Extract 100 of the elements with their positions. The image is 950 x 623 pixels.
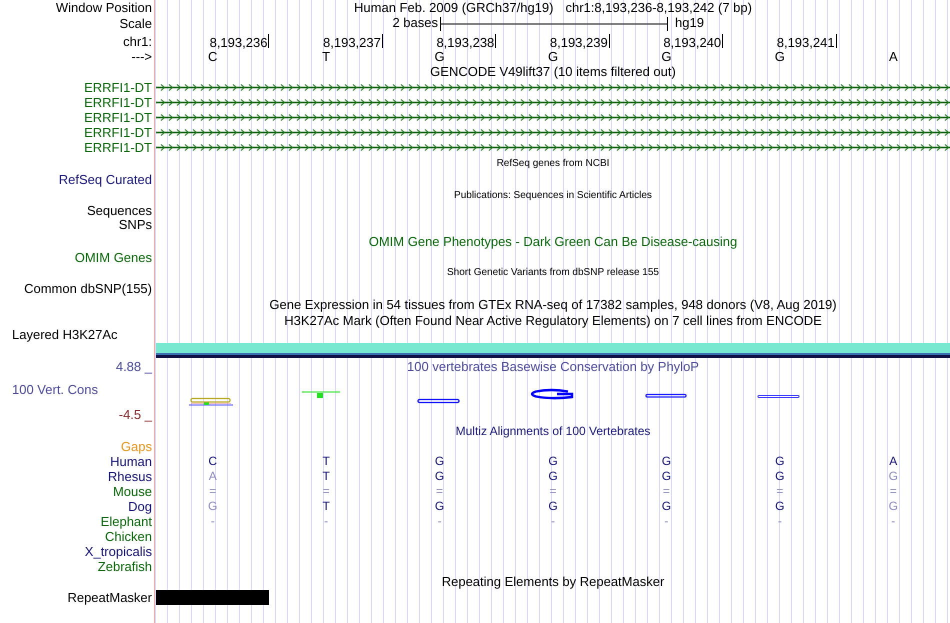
- gene-label[interactable]: ERRFI1-DT: [0, 96, 152, 110]
- track-label[interactable]: RepeatMasker: [0, 591, 152, 605]
- aligned-base: G: [548, 454, 558, 468]
- tick-mark: [608, 34, 610, 48]
- track-title[interactable]: Short Genetic Variants from dbSNP release 155: [447, 266, 659, 278]
- logo-drawing: [188, 398, 234, 406]
- track-label[interactable]: Common dbSNP(155): [0, 282, 152, 296]
- species-label[interactable]: Chicken: [0, 530, 152, 544]
- aligned-base: C: [208, 454, 218, 468]
- track-label[interactable]: OMIM Genes: [0, 250, 152, 264]
- track-title[interactable]: Publications: Sequences in Scientific Articles: [454, 190, 652, 202]
- tick-mark: [268, 34, 270, 48]
- aligned-base: G: [208, 499, 218, 513]
- logo-drawing: [302, 392, 340, 398]
- aligned-base: G: [434, 499, 444, 513]
- track-title[interactable]: GENCODE V49lift37 (10 items filtered out): [430, 65, 676, 79]
- ruler-label: 8,193,236: [210, 36, 268, 50]
- ruler-label: 8,193,239: [550, 36, 608, 50]
- logo-drawing: [531, 388, 574, 400]
- axis-max-label: 4.88 _: [114, 360, 152, 374]
- logo-drawing: [417, 398, 460, 404]
- aligned-base: G: [434, 454, 444, 468]
- aligned-base: G: [662, 454, 672, 468]
- scale-length: 2 bases: [392, 16, 438, 30]
- ruler-label: 8,193,237: [323, 36, 381, 50]
- aligned-base: -: [324, 514, 328, 528]
- aligned-base: G: [775, 454, 785, 468]
- species-label[interactable]: Elephant: [0, 514, 152, 528]
- base-letter: T: [322, 50, 330, 64]
- species-label[interactable]: Dog: [0, 500, 152, 514]
- aligned-base: -: [438, 514, 442, 528]
- aligned-base: =: [322, 484, 330, 498]
- ruler-label: 8,193,240: [663, 36, 722, 50]
- ruler-label: 8,193,241: [776, 36, 835, 50]
- gene-label[interactable]: ERRFI1-DT: [0, 110, 152, 124]
- gene-label[interactable]: ERRFI1-DT: [0, 80, 152, 94]
- aligned-base: G: [662, 469, 672, 483]
- aligned-base: -: [891, 514, 896, 528]
- axis-min-label: -4.5 _: [118, 408, 152, 422]
- aligned-base: =: [550, 484, 556, 498]
- logo-drawing: [758, 395, 800, 398]
- aligned-base: -: [664, 514, 668, 528]
- row-label: Scale: [118, 17, 152, 31]
- base-letter: G: [434, 50, 445, 64]
- row-label: --->: [130, 50, 152, 64]
- species-label[interactable]: X_tropicalis: [0, 544, 152, 558]
- position-text: chr1:8,193,236-8,193,242 (7 bp): [565, 0, 752, 14]
- aligned-base: -: [210, 514, 215, 528]
- aligned-base: G: [775, 499, 785, 513]
- aligned-base: G: [434, 469, 444, 483]
- gene-label[interactable]: ERRFI1-DT: [0, 126, 152, 140]
- aligned-base: G: [888, 499, 898, 513]
- tick-mark: [836, 34, 837, 48]
- aligned-base: T: [322, 454, 330, 468]
- aligned-base: G: [888, 469, 898, 483]
- track-title[interactable]: Multiz Alignments of 100 Vertebrates: [456, 424, 650, 438]
- tick-mark: [495, 34, 496, 48]
- aligned-base: A: [889, 454, 898, 468]
- species-label[interactable]: Zebrafish: [0, 560, 152, 574]
- aligned-base: T: [322, 499, 330, 513]
- track-label[interactable]: SNPs: [0, 218, 152, 232]
- species-label[interactable]: Mouse: [0, 484, 152, 498]
- track-title[interactable]: Gene Expression in 54 tissues from GTEx RNA-seq of 17382 samples, 948 donors (V8, Aug 2019): [269, 298, 837, 312]
- aligned-base: -: [551, 514, 555, 528]
- aligned-base: =: [209, 484, 216, 498]
- aligned-base: A: [208, 469, 217, 483]
- base-letter: G: [661, 50, 672, 64]
- logo-drawing: [645, 394, 687, 398]
- row-label: chr1:: [122, 34, 152, 48]
- track-title[interactable]: 100 vertebrates Basewise Conservation by PhyloP: [407, 360, 699, 374]
- aligned-base: G: [548, 469, 558, 483]
- gene-label[interactable]: ERRFI1-DT: [0, 140, 152, 154]
- aligned-base: =: [890, 484, 897, 498]
- ruler-label: 8,193,238: [436, 36, 494, 50]
- track-label[interactable]: RefSeq Curated: [0, 173, 152, 187]
- species-label[interactable]: Rhesus: [0, 470, 152, 484]
- base-letter: G: [548, 50, 558, 64]
- aligned-base: -: [778, 514, 782, 528]
- tick-mark: [722, 34, 724, 48]
- aligned-base: T: [322, 469, 330, 483]
- track-title[interactable]: Repeating Elements by RepeatMasker: [442, 575, 664, 589]
- scale-assembly: hg19: [675, 16, 704, 30]
- base-letter: G: [774, 50, 785, 64]
- track-title[interactable]: H3K27Ac Mark (Often Found Near Active Regulatory Elements) on 7 cell lines from ENCODE: [284, 314, 822, 328]
- track-label[interactable]: Layered H3K27Ac: [0, 328, 152, 342]
- species-label[interactable]: Human: [0, 454, 152, 468]
- aligned-base: =: [436, 484, 444, 498]
- aligned-base: =: [776, 484, 784, 498]
- aligned-base: =: [662, 484, 670, 498]
- track-title[interactable]: OMIM Gene Phenotypes - Dark Green Can Be Disease-causing: [368, 234, 738, 248]
- tick-mark: [382, 34, 383, 48]
- base-letter: C: [208, 50, 218, 64]
- aligned-base: G: [662, 499, 672, 513]
- track-title[interactable]: RefSeq genes from NCBI: [496, 158, 610, 170]
- aligned-base: G: [548, 499, 558, 513]
- row-label: Window Position: [54, 0, 152, 14]
- track-label[interactable]: 100 Vert. Cons: [0, 383, 152, 397]
- track-label[interactable]: Sequences: [0, 204, 152, 218]
- assembly-title: Human Feb. 2009 (GRCh37/hg19): [354, 0, 554, 14]
- aligned-base: G: [775, 469, 785, 483]
